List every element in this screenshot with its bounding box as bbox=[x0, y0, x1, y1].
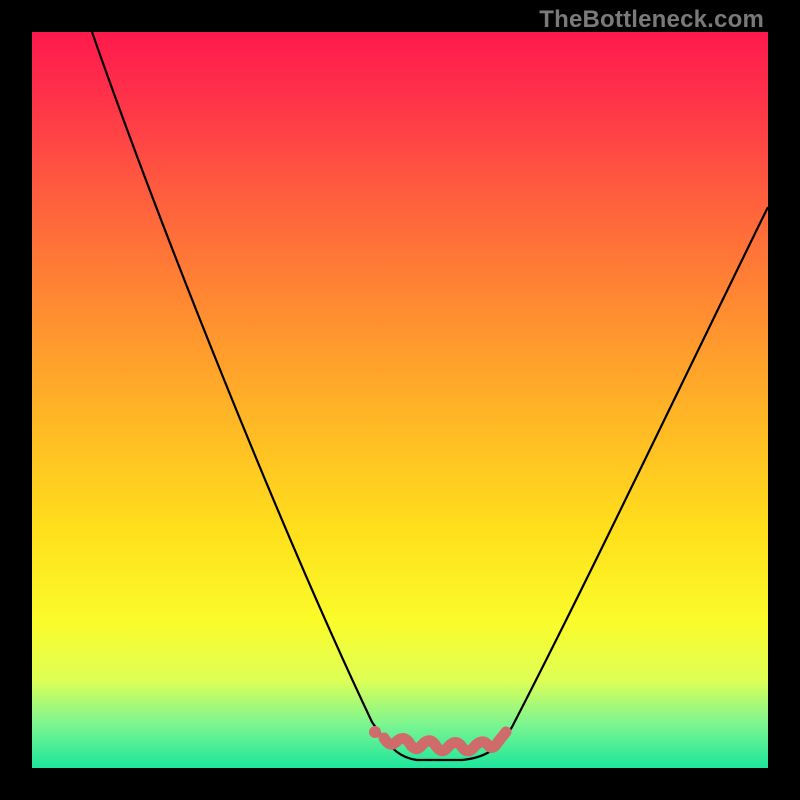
indicator-dot bbox=[369, 726, 381, 738]
plot-area bbox=[32, 32, 768, 768]
optimal-zone-marker bbox=[384, 732, 506, 751]
chart-svg bbox=[32, 32, 768, 768]
chart-frame: TheBottleneck.com bbox=[0, 0, 800, 800]
watermark-text: TheBottleneck.com bbox=[539, 6, 764, 34]
bottleneck-curve bbox=[92, 32, 768, 760]
